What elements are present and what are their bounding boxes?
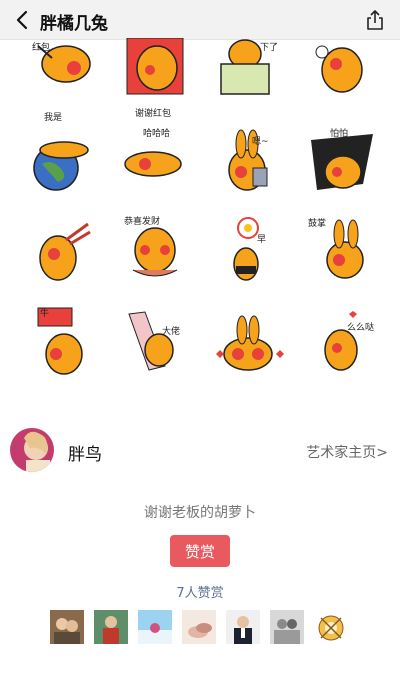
sticker-item[interactable] bbox=[208, 300, 288, 380]
artist-row[interactable]: 胖鸟 艺术家主页> bbox=[0, 420, 400, 480]
sticker-caption: 大佬 bbox=[162, 325, 180, 337]
sticker-caption: 下了 bbox=[260, 42, 278, 53]
rewarder-avatar[interactable] bbox=[50, 610, 84, 644]
rewarder-avatar[interactable] bbox=[182, 610, 216, 644]
sticker-caption: 么么哒 bbox=[347, 321, 374, 333]
page-title: 胖橘几兔 bbox=[40, 14, 108, 34]
nav-bar: 胖橘几兔 bbox=[0, 0, 400, 40]
rewarder-avatar[interactable] bbox=[94, 610, 128, 644]
rewarder-avatar[interactable] bbox=[314, 610, 348, 644]
reward-count[interactable]: 7人赞赏 bbox=[0, 582, 400, 601]
sticker-grid: 红包 谢谢红包 下了 我是 哈哈哈 嗯~ 怕怕 恭喜发财 早 鼓掌 牛 大佬 么… bbox=[0, 38, 400, 390]
artist-name: 胖鸟 bbox=[68, 445, 102, 465]
sticker-caption: 嗯~ bbox=[252, 136, 269, 147]
sticker-caption: 哈哈哈 bbox=[143, 127, 170, 139]
sticker-item[interactable] bbox=[208, 210, 288, 290]
sticker-caption: 牛 bbox=[40, 307, 49, 319]
thanks-message: 谢谢老板的胡萝卜 bbox=[144, 505, 256, 521]
rewarder-avatar[interactable] bbox=[270, 610, 304, 644]
sticker-item[interactable] bbox=[117, 38, 197, 108]
sticker-item[interactable] bbox=[207, 120, 287, 200]
share-icon bbox=[367, 10, 383, 30]
share-button[interactable] bbox=[362, 6, 388, 34]
rewarder-avatars bbox=[50, 610, 350, 646]
sticker-caption: 恭喜发财 bbox=[124, 215, 160, 227]
sticker-item[interactable] bbox=[115, 300, 195, 380]
sticker-caption: 我是 bbox=[44, 112, 62, 123]
chevron-left-icon bbox=[16, 10, 28, 30]
artist-homepage-link[interactable]: 艺术家主页> bbox=[306, 442, 388, 462]
back-button[interactable] bbox=[8, 6, 36, 34]
rewarder-avatar[interactable] bbox=[138, 610, 172, 644]
sticker-item[interactable] bbox=[300, 38, 380, 104]
reward-button[interactable]: 赞赏 bbox=[170, 535, 230, 567]
sticker-item[interactable] bbox=[18, 118, 98, 198]
rewarder-avatar[interactable] bbox=[226, 610, 260, 644]
sticker-caption: 早 bbox=[257, 234, 266, 245]
sticker-caption: 怕怕 bbox=[330, 127, 348, 139]
sticker-item[interactable] bbox=[18, 210, 98, 290]
sticker-caption: 鼓掌 bbox=[308, 217, 326, 229]
artist-avatar[interactable] bbox=[10, 428, 54, 472]
sticker-caption: 红包 bbox=[32, 41, 50, 53]
